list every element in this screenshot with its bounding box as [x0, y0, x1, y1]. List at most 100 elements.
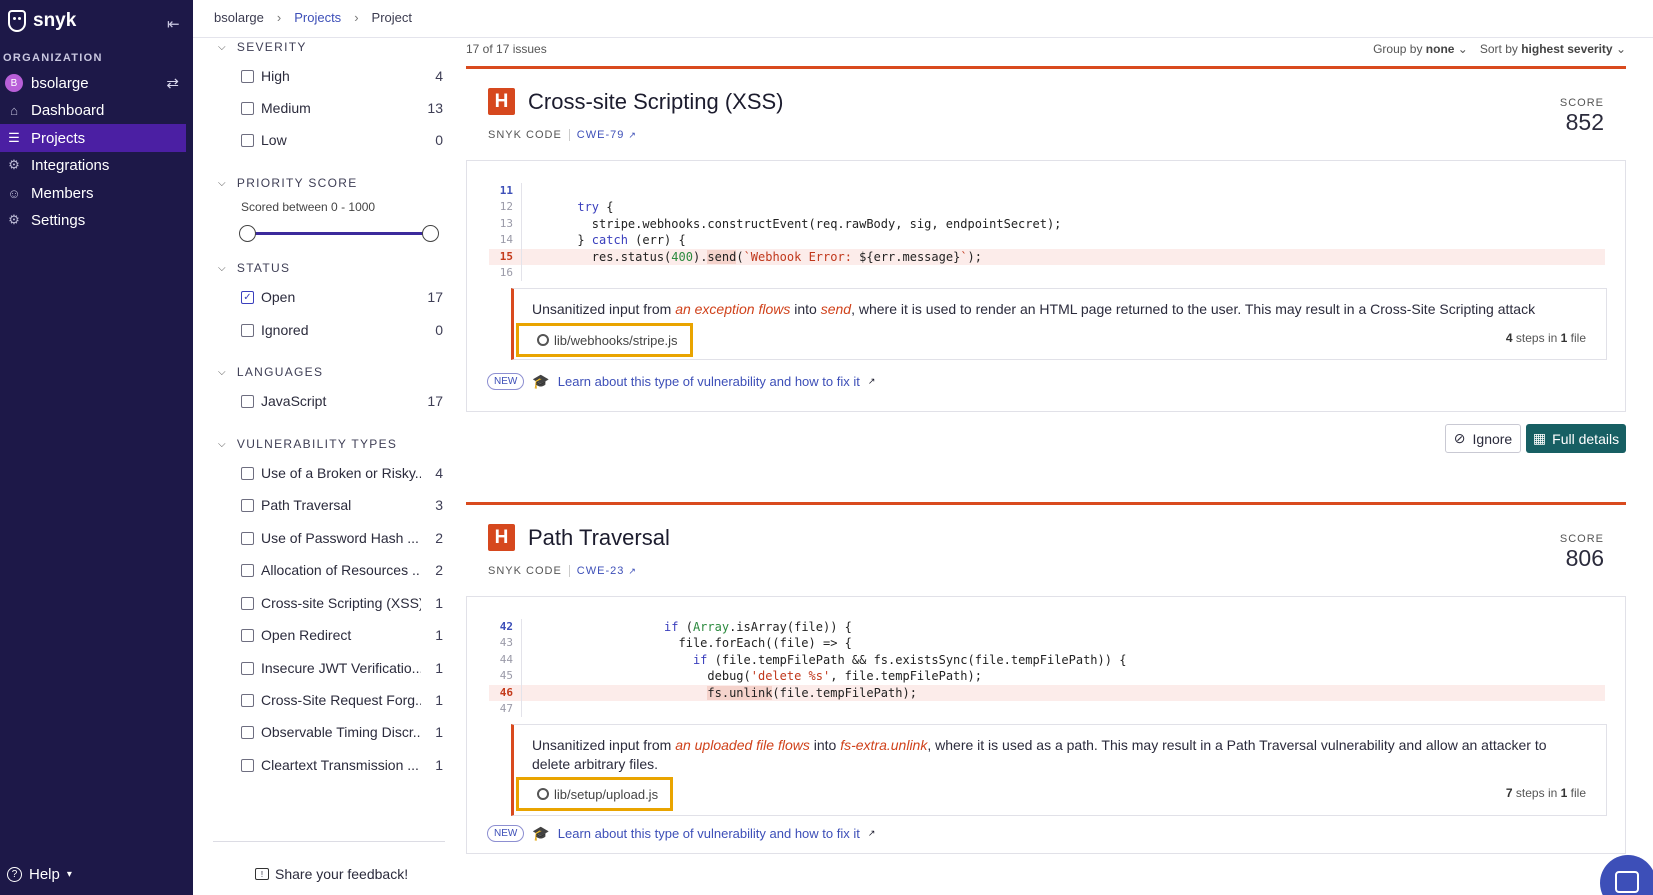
checkbox[interactable] — [241, 693, 254, 707]
nav-item-projects[interactable]: ☰ Projects — [0, 124, 186, 152]
filter-section-vuln-types[interactable]: ⌵ VULNERABILITY TYPES — [218, 437, 397, 451]
breadcrumb: bsolarge › Projects › Project — [214, 10, 412, 25]
flow-source[interactable]: an exception flows — [675, 301, 790, 317]
slider-max-handle[interactable] — [422, 225, 439, 242]
issue-title[interactable]: Path Traversal — [528, 525, 670, 551]
filter-section-priority[interactable]: ⌵ PRIORITY SCORE — [218, 176, 358, 190]
source-file-link[interactable]: lib/setup/upload.js — [516, 777, 674, 811]
filter-count: 13 — [427, 100, 443, 116]
filter-vuln-type[interactable]: Path Traversal 3 — [241, 495, 443, 515]
checkbox-checked[interactable]: ✓ — [241, 290, 254, 304]
filter-vuln-type[interactable]: Allocation of Resources ... 2 — [241, 560, 443, 580]
group-by-select[interactable]: Group by none ⌄ — [1373, 42, 1468, 56]
nav-item-label: Projects — [31, 129, 86, 147]
checkbox[interactable] — [241, 101, 254, 115]
filter-severity-medium[interactable]: Medium 13 — [241, 98, 443, 118]
filter-vuln-type[interactable]: Cleartext Transmission ... 1 — [241, 755, 443, 775]
chevron-down-icon: ⌵ — [218, 262, 227, 274]
code-text: stripe.webhooks.constructEvent(req.rawBo… — [521, 215, 1061, 233]
checkbox[interactable] — [241, 498, 254, 512]
checkbox[interactable] — [241, 596, 254, 610]
filter-status-ignored[interactable]: Ignored 0 — [241, 320, 443, 340]
checkbox[interactable] — [241, 133, 254, 147]
source-file-link[interactable]: lib/webhooks/stripe.js — [516, 323, 693, 357]
filter-count: 17 — [427, 289, 443, 305]
external-link-icon: ↗ — [628, 566, 637, 576]
filter-label: Path Traversal — [261, 497, 352, 513]
flow-steps[interactable]: 7 steps in 1 file — [1506, 786, 1586, 800]
filter-count: 17 — [427, 393, 443, 409]
learn-link-row: NEW 🎓 Learn about this type of vulnerabi… — [487, 373, 875, 390]
filter-language-javascript[interactable]: JavaScript 17 — [241, 391, 443, 411]
breadcrumb-projects[interactable]: Projects — [294, 10, 341, 25]
filter-count: 4 — [435, 68, 443, 84]
filter-severity-low[interactable]: Low 0 — [241, 130, 443, 150]
breadcrumb-org[interactable]: bsolarge — [214, 10, 264, 25]
code-line: 14 } catch (err) { — [489, 232, 1605, 249]
sort-by-select[interactable]: Sort by highest severity ⌄ — [1480, 42, 1626, 56]
eye-slash-icon: ⊘ — [1453, 430, 1466, 446]
filter-section-status[interactable]: ⌵ STATUS — [218, 261, 290, 275]
flow-sink[interactable]: fs-extra.unlink — [840, 737, 927, 753]
collapse-nav-icon[interactable]: ⇤ — [167, 15, 180, 33]
filter-vuln-type[interactable]: Use of Password Hash ... 2 — [241, 528, 443, 548]
github-icon — [537, 334, 549, 346]
nav-item-members[interactable]: ☺ Members — [0, 179, 186, 207]
checkbox[interactable] — [241, 563, 254, 577]
org-avatar: B — [5, 74, 23, 92]
cwe-link[interactable]: CWE-79 ↗ — [577, 129, 637, 141]
checkbox[interactable] — [241, 69, 254, 83]
flow-sink[interactable]: send — [821, 301, 851, 317]
snyk-logo[interactable]: snyk — [8, 10, 76, 32]
line-number: 44 — [499, 652, 513, 666]
slider-min-handle[interactable] — [239, 225, 256, 242]
filter-vuln-type[interactable]: Cross-Site Request Forg... 1 — [241, 690, 443, 710]
code-text: try { — [521, 199, 614, 216]
data-flow-summary: Unsanitized input from an exception flow… — [511, 288, 1607, 360]
checkbox[interactable] — [241, 394, 254, 408]
checkbox[interactable] — [241, 725, 254, 739]
results-header: 17 of 17 issues Group by none ⌄ Sort by … — [466, 41, 1626, 61]
filter-status-open[interactable]: ✓ Open 17 — [241, 287, 443, 307]
filter-vuln-type[interactable]: Cross-site Scripting (XSS) 1 — [241, 593, 443, 613]
full-details-button[interactable]: ▦ Full details — [1526, 424, 1626, 453]
filter-label: Cleartext Transmission ... — [261, 757, 419, 773]
checkbox[interactable] — [241, 758, 254, 772]
issue-meta: SNYK CODE CWE-23 ↗ — [488, 565, 637, 577]
cwe-link[interactable]: CWE-23 ↗ — [577, 565, 637, 577]
flow-steps[interactable]: 4 steps in 1 file — [1506, 331, 1586, 345]
learn-link[interactable]: Learn about this type of vulnerability a… — [558, 374, 860, 389]
org-selector[interactable]: B bsolarge ⇄ — [5, 72, 185, 94]
filter-vuln-type[interactable]: Use of a Broken or Risky... 4 — [241, 463, 443, 483]
nav-item-integrations[interactable]: ⚙ Integrations — [0, 151, 186, 179]
steps-text: steps in — [1512, 786, 1561, 800]
filter-severity-high[interactable]: High 4 — [241, 66, 443, 86]
priority-score-slider[interactable] — [239, 223, 439, 243]
checkbox[interactable] — [241, 531, 254, 545]
checkbox[interactable] — [241, 628, 254, 642]
filter-vuln-type[interactable]: Insecure JWT Verificatio... 1 — [241, 658, 443, 678]
flow-text: into — [809, 737, 841, 753]
checkbox[interactable] — [241, 323, 254, 337]
filter-section-languages[interactable]: ⌵ LANGUAGES — [218, 365, 323, 379]
nav-item-settings[interactable]: ⚙ Settings — [0, 206, 186, 234]
code-line: 43 file.forEach((file) => { — [489, 635, 1605, 652]
checkbox[interactable] — [241, 661, 254, 675]
filter-count: 0 — [435, 132, 443, 148]
filter-section-severity[interactable]: ⌵ SEVERITY — [218, 40, 307, 54]
help-menu[interactable]: ? Help ▾ — [7, 866, 72, 883]
external-link-icon: ↗ — [628, 130, 637, 140]
learn-link[interactable]: Learn about this type of vulnerability a… — [558, 826, 860, 841]
switch-org-icon[interactable]: ⇄ — [166, 74, 179, 92]
feedback-button[interactable]: ! Share your feedback! — [255, 866, 408, 882]
group-by-label: Group by — [1373, 42, 1423, 56]
code-text: debug('delete %s', file.tempFilePath); — [521, 668, 982, 685]
ignore-button[interactable]: ⊘ Ignore — [1445, 424, 1521, 453]
filter-vuln-type[interactable]: Open Redirect 1 — [241, 625, 443, 645]
nav-item-dashboard[interactable]: ⌂ Dashboard — [0, 96, 186, 124]
issue-title[interactable]: Cross-site Scripting (XSS) — [528, 89, 784, 115]
issue-count: 17 of 17 issues — [466, 42, 547, 56]
checkbox[interactable] — [241, 466, 254, 480]
flow-source[interactable]: an uploaded file flows — [675, 737, 810, 753]
filter-vuln-type[interactable]: Observable Timing Discr... 1 — [241, 722, 443, 742]
